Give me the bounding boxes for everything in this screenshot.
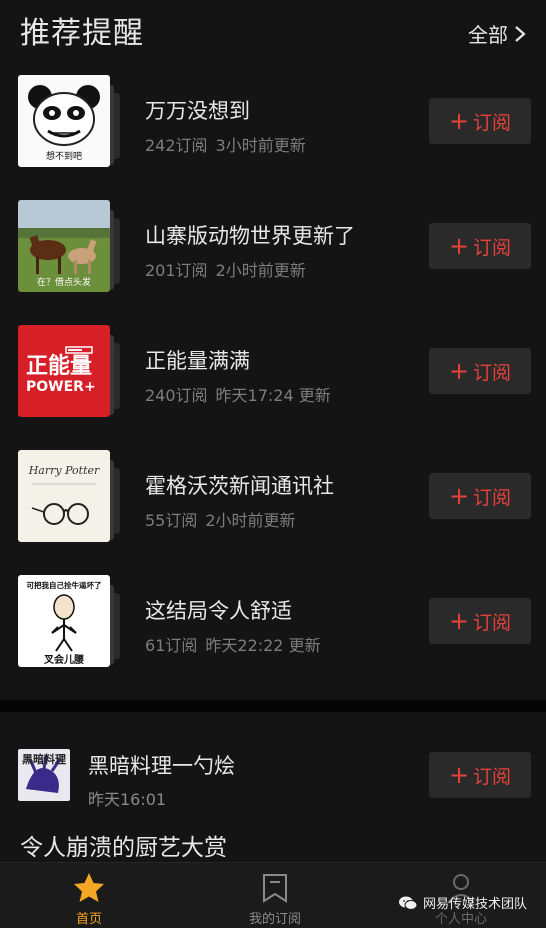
subscribe-button[interactable]: + 订阅: [429, 598, 531, 644]
feed-thumbnail[interactable]: 黑暗料理: [18, 749, 70, 801]
thumbnail-harry-potter: Harry Potter: [18, 450, 110, 542]
thumb-caption: 黑暗料理: [22, 752, 66, 766]
sub-count: 55订阅: [145, 511, 198, 530]
subscribe-label: 订阅: [473, 236, 512, 259]
thumb-caption: 在？借点头发: [37, 276, 91, 288]
item-meta: 55订阅 2小时前更新: [145, 507, 296, 531]
subscribe-button[interactable]: + 订阅: [429, 752, 531, 798]
svg-text:POWER+: POWER+: [26, 379, 96, 395]
item-title: 这结局令人舒适: [145, 599, 292, 623]
wechat-icon: [399, 896, 418, 910]
item-meta: 61订阅 昨天22:22 更新: [145, 632, 321, 656]
watermark: 网易传媒技术团队: [398, 893, 527, 912]
thumb-caption: Harry Potter: [28, 464, 100, 477]
feed-title[interactable]: 黑暗料理一勺烩: [88, 750, 235, 780]
tab-label: 我的订阅: [248, 912, 301, 927]
list-item[interactable]: 在？借点头发 山寨版动物世界更新了 201订阅 2小时前更新 + 订阅: [0, 200, 546, 325]
plus-icon: +: [448, 761, 470, 789]
subscribe-label: 订阅: [473, 765, 512, 788]
watermark-text: 网易传媒技术团队: [423, 897, 528, 912]
bookmark-icon: [263, 874, 287, 903]
thumbnail-horses: 在？借点头发: [18, 200, 110, 292]
subscribe-button[interactable]: + 订阅: [429, 348, 531, 394]
thumb-caption-top: 可把我自己拴牛逼坏了: [27, 580, 102, 590]
list-item[interactable]: 想不到吧 万万没想到 242订阅 3小时前更新 + 订阅: [0, 75, 546, 200]
recommend-section: 推荐提醒 全部 想不到吧 万万没想到 242订阅 3小时前更新 + 订阅 在？借…: [0, 0, 546, 700]
subscribe-label: 订阅: [473, 111, 512, 134]
list-item[interactable]: Harry Potter 霍格沃茨新闻通讯社 55订阅 2小时前更新 + 订阅: [0, 450, 546, 575]
article-headline[interactable]: 令人崩溃的厨艺大赏: [20, 828, 227, 862]
view-all-link[interactable]: 全部: [468, 19, 526, 48]
list-item[interactable]: 正能量 POWER+ 正能量满满 240订阅 昨天17:24 更新 + 订阅: [0, 325, 546, 450]
item-title: 万万没想到: [145, 99, 250, 123]
svg-text:正能量: 正能量: [26, 353, 92, 379]
plus-icon: +: [448, 232, 470, 260]
update-time: 2小时前更新: [205, 511, 296, 530]
sub-count: 61订阅: [145, 636, 198, 655]
sub-count: 201订阅: [145, 261, 208, 280]
item-meta: 240订阅 昨天17:24 更新: [145, 382, 331, 406]
view-all-label: 全部: [468, 23, 508, 47]
subscribe-button[interactable]: + 订阅: [429, 98, 531, 144]
section-divider: [0, 700, 546, 712]
subscribe-label: 订阅: [473, 486, 512, 509]
recommend-header: 推荐提醒 全部: [0, 0, 546, 58]
subscribe-button[interactable]: + 订阅: [429, 223, 531, 269]
plus-icon: +: [448, 107, 470, 135]
section-title: 推荐提醒: [20, 16, 144, 51]
subscribe-button[interactable]: + 订阅: [429, 473, 531, 519]
plus-icon: +: [448, 357, 470, 385]
plus-icon: +: [448, 607, 470, 635]
item-meta: 201订阅 2小时前更新: [145, 257, 306, 281]
list-item[interactable]: 可把我自己拴牛逼坏了 叉会儿腰 这结局令人舒适 61订阅 昨天22:22 更新 +…: [0, 575, 546, 700]
tab-label: 首页: [75, 912, 102, 927]
item-title: 霍格沃茨新闻通讯社: [145, 474, 334, 498]
thumb-caption: 想不到吧: [46, 150, 82, 162]
sub-count: 242订阅: [145, 136, 208, 155]
subscribe-label: 订阅: [473, 611, 512, 634]
star-icon: [74, 873, 104, 902]
update-time: 昨天17:24 更新: [215, 386, 331, 405]
thumbnail-panda-meme: 想不到吧: [18, 75, 110, 167]
item-title: 正能量满满: [145, 349, 250, 373]
thumbnail-stickman-meme: 可把我自己拴牛逼坏了 叉会儿腰: [18, 575, 110, 667]
feed-section: 黑暗料理 黑暗料理一勺烩 昨天16:01 + 订阅 令人崩溃的厨艺大赏: [0, 712, 546, 862]
thumb-caption: 叉会儿腰: [43, 653, 84, 666]
update-time: 昨天22:22 更新: [205, 636, 321, 655]
plus-icon: +: [448, 482, 470, 510]
item-meta: 242订阅 3小时前更新: [145, 132, 306, 156]
update-time: 2小时前更新: [215, 261, 306, 280]
tab-subscriptions[interactable]: 我的订阅: [215, 871, 335, 927]
tab-home[interactable]: 首页: [29, 871, 149, 927]
thumbnail-power: 正能量 POWER+: [18, 325, 110, 417]
sub-count: 240订阅: [145, 386, 208, 405]
tab-label: 个人中心: [434, 912, 487, 927]
feed-time: 昨天16:01: [88, 790, 167, 809]
chevron-right-icon: [515, 25, 526, 42]
item-title: 山寨版动物世界更新了: [145, 224, 355, 248]
subscribe-label: 订阅: [473, 361, 512, 384]
update-time: 3小时前更新: [215, 136, 306, 155]
